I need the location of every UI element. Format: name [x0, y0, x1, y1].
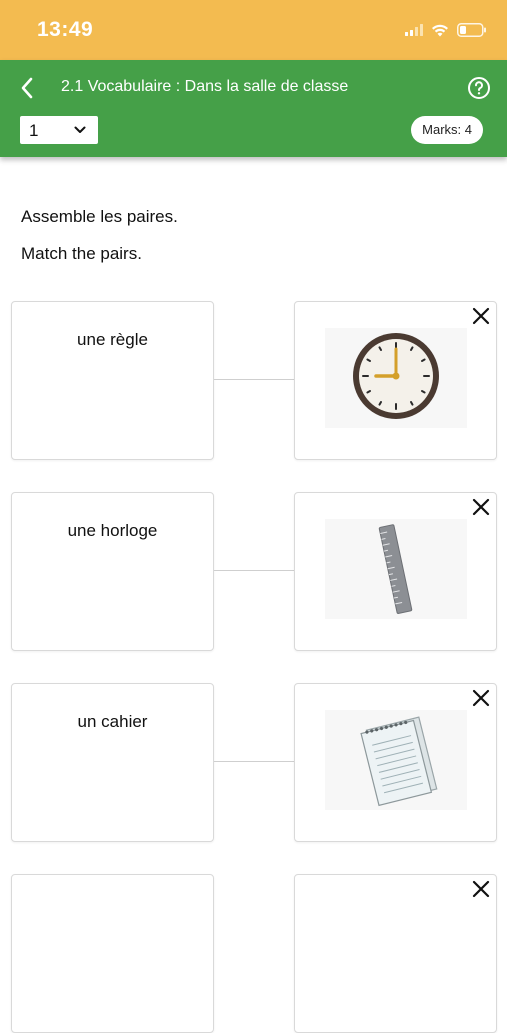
wifi-icon	[432, 24, 448, 36]
instruction-english: Match the pairs.	[21, 244, 142, 263]
pair-connector	[214, 379, 294, 380]
help-button[interactable]	[467, 76, 491, 100]
word-label: une horloge	[67, 521, 158, 540]
instruction-french: Assemble les paires.	[21, 207, 178, 226]
word-label: un cahier	[77, 712, 148, 731]
notebook-image	[325, 710, 467, 810]
page-title: 2.1 Vocabulaire : Dans la salle de class…	[61, 78, 349, 95]
status-time: 13:49	[37, 18, 94, 41]
chevron-left-icon	[21, 77, 33, 99]
remove-button[interactable]	[472, 880, 490, 898]
back-button[interactable]	[14, 74, 42, 102]
word-card[interactable]: une horloge	[11, 492, 214, 651]
clock-image	[325, 328, 467, 428]
close-icon	[472, 689, 490, 707]
notebook-icon	[360, 716, 438, 807]
image-card[interactable]	[294, 874, 497, 1033]
remove-button[interactable]	[472, 307, 490, 325]
ruler-image	[325, 519, 467, 619]
status-icons	[405, 20, 487, 40]
question-selector-value: 1	[29, 121, 39, 140]
clock-icon	[353, 333, 439, 419]
word-card[interactable]: un cahier	[11, 683, 214, 842]
app-header: 2.1 Vocabulaire : Dans la salle de class…	[0, 60, 507, 157]
word-card[interactable]: une règle	[11, 301, 214, 460]
pair-connector	[214, 761, 294, 762]
remove-button[interactable]	[472, 689, 490, 707]
close-icon	[472, 880, 490, 898]
pair-connector	[214, 570, 294, 571]
remove-button[interactable]	[472, 498, 490, 516]
close-icon	[472, 498, 490, 516]
image-card[interactable]	[294, 492, 497, 651]
close-icon	[472, 307, 490, 325]
ruler-icon	[378, 524, 413, 614]
marks-badge: Marks: 4	[411, 116, 483, 144]
word-label: une règle	[77, 330, 148, 349]
question-selector[interactable]: 1	[20, 116, 98, 144]
image-card[interactable]	[294, 683, 497, 842]
word-card[interactable]	[11, 874, 214, 1033]
status-bar: 13:49	[0, 0, 507, 60]
help-circle-icon	[468, 77, 490, 99]
battery-icon	[457, 23, 486, 37]
image-card[interactable]	[294, 301, 497, 460]
signal-icon	[405, 24, 423, 36]
chevron-down-icon	[74, 126, 86, 133]
